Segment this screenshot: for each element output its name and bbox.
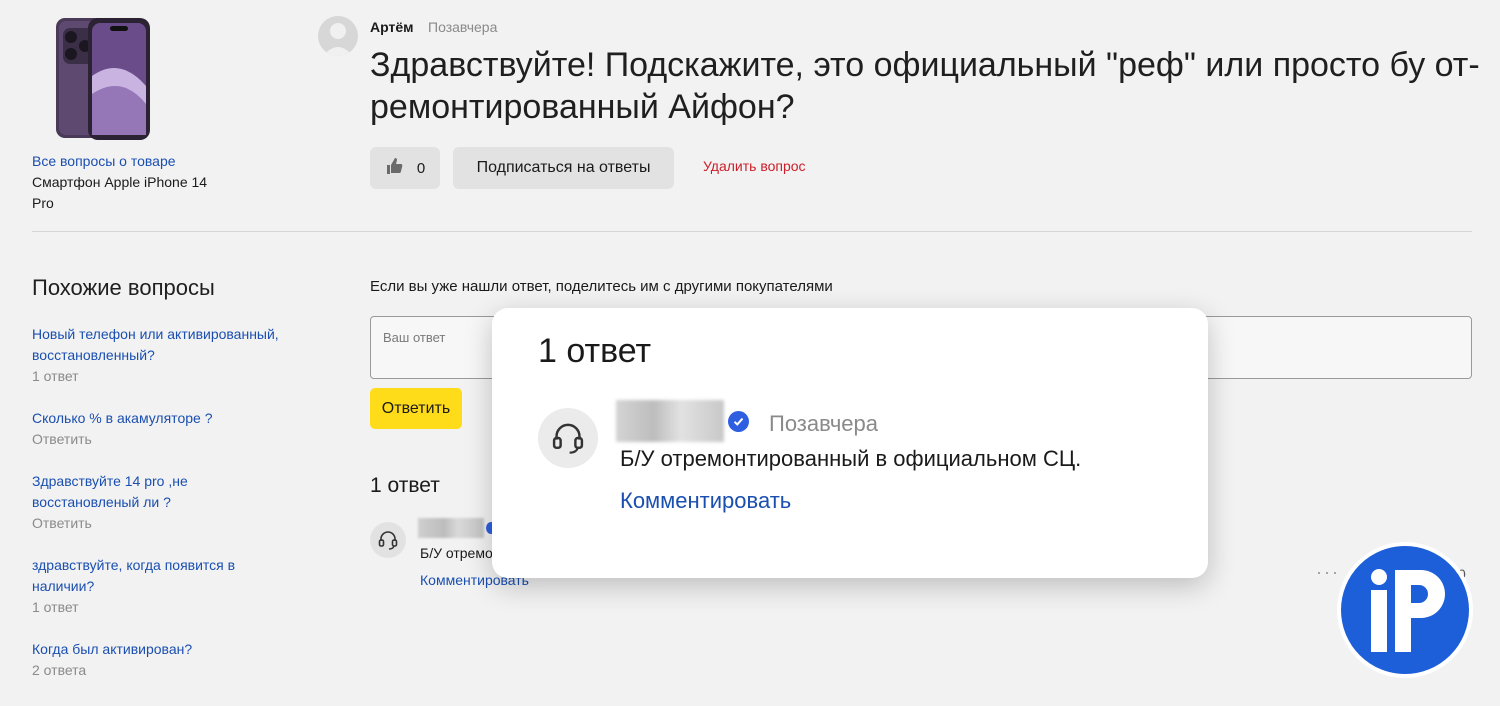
list-item: Новый телефон или активированный, восста… [32, 324, 312, 408]
similar-question-link[interactable]: Новый телефон или активированный, восста… [32, 324, 312, 366]
similar-questions-list: Новый телефон или активированный, восста… [32, 324, 312, 702]
answerer-name-blurred [616, 400, 724, 442]
similar-question-link[interactable]: Сколько % в акамуляторе ? [32, 408, 312, 429]
product-name: Смартфон Apple iPhone 14 Pro [32, 174, 208, 211]
submit-answer-button[interactable]: Ответить [370, 388, 462, 429]
list-item: Сколько % в акамуляторе ? Ответить [32, 408, 312, 471]
thumbs-up-icon [385, 157, 403, 179]
more-options-icon[interactable]: ··· [1316, 562, 1340, 583]
similar-question-meta: 1 ответ [32, 599, 79, 615]
avatar [318, 16, 358, 56]
similar-questions-title: Похожие вопросы [32, 275, 215, 300]
headset-icon [552, 423, 584, 454]
popup-answers-count: 1 ответ [538, 332, 652, 370]
headset-icon [378, 531, 398, 550]
answer-text: Б/У отремо [420, 545, 493, 561]
answer-placeholder: Ваш ответ [383, 330, 446, 345]
product-image[interactable] [50, 16, 152, 142]
list-item: здравствуйте, когда появится в наличии? … [32, 555, 312, 639]
question-date: Позавчера [428, 19, 498, 35]
subscribe-button[interactable]: Подписаться на ответы [453, 147, 674, 189]
like-button[interactable]: 0 [370, 147, 440, 189]
answer-popup: 1 ответ Позавчера Б/У отремонтированный … [492, 308, 1208, 578]
user-silhouette-icon [323, 23, 353, 56]
answers-count: 1 ответ [370, 474, 440, 497]
answer-text: Б/У отремонтированный в официальном СЦ. [620, 446, 1082, 471]
question-text: Здравствуйте! Подскажите, это официальны… [370, 46, 1480, 126]
comment-link[interactable]: Комментировать [620, 488, 791, 514]
ip-logo-icon [1371, 569, 1445, 652]
like-count: 0 [416, 159, 426, 177]
all-questions-link[interactable]: Все вопросы о товаре [32, 151, 176, 172]
similar-question-link[interactable]: здравствуйте, когда появится в наличии? [32, 555, 262, 597]
similar-question-meta: 1 ответ [32, 368, 79, 384]
list-item: Когда был активирован? 2 ответа [32, 639, 312, 702]
verified-icon [728, 411, 749, 432]
answerer-name-blurred [418, 518, 484, 538]
similar-question-link[interactable]: Когда был активирован? [32, 639, 312, 660]
similar-question-meta: Ответить [32, 431, 92, 447]
similar-question-meta: Ответить [32, 515, 92, 531]
list-item: Здравствуйте 14 pro ,не восстановленый л… [32, 471, 312, 555]
share-prompt: Если вы уже нашли ответ, поделитесь им с… [370, 278, 833, 295]
question-author[interactable]: Артём [370, 19, 413, 35]
similar-question-meta: 2 ответа [32, 662, 87, 678]
similar-question-link[interactable]: Здравствуйте 14 pro ,не восстановленый л… [32, 471, 232, 513]
delete-question-link[interactable]: Удалить вопрос [703, 158, 806, 174]
answer-date: Позавчера [769, 411, 878, 436]
divider [32, 231, 1472, 232]
watermark-logo [1337, 542, 1473, 678]
support-avatar [538, 408, 598, 468]
support-avatar [370, 522, 406, 558]
